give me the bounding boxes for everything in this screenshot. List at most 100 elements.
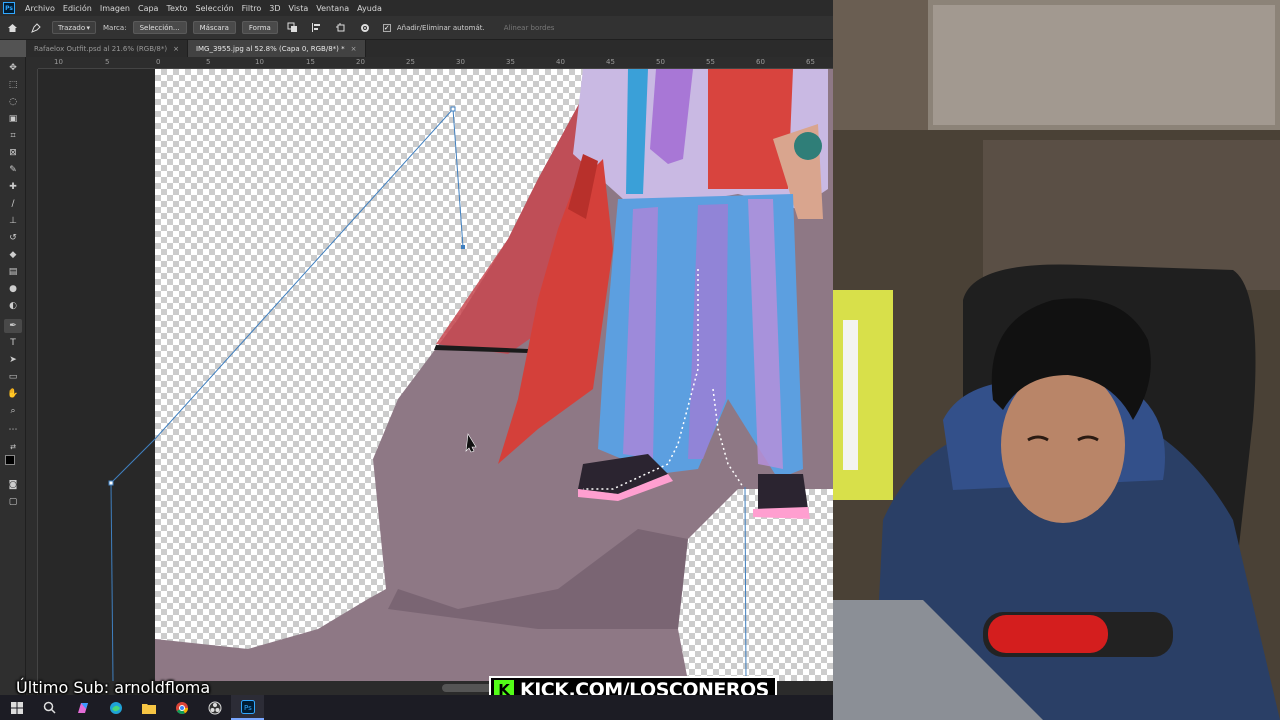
ruler-label: 30 [456,58,465,66]
gradient-icon[interactable]: ▤ [4,265,22,279]
shoe-right [758,474,808,509]
blur-icon[interactable]: ● [4,282,22,296]
anchor-point [108,480,114,486]
edge-icon[interactable] [99,695,132,720]
healing-icon[interactable]: ✚ [4,180,22,194]
move-icon[interactable]: ✥ [4,61,22,75]
home-icon[interactable] [4,20,20,36]
ruler-label: 20 [356,58,365,66]
brush-icon[interactable]: ∕ [4,197,22,211]
photoshop-logo-icon[interactable]: Ps [3,2,15,14]
path-alignment-icon[interactable] [309,20,325,36]
safety-vest [833,290,893,500]
ruler-label: 45 [606,58,615,66]
menu-seleccion[interactable]: Selección [192,4,238,13]
close-icon[interactable]: × [173,45,179,53]
ruler-label: 25 [406,58,415,66]
close-icon[interactable]: × [351,45,357,53]
pen-icon[interactable]: ✒ [4,319,22,333]
path-operations-icon[interactable] [285,20,301,36]
microphone-led [988,615,1108,653]
quick-mask-icon[interactable]: ◙ [4,478,22,492]
menu-bar: Ps Archivo Edición Imagen Capa Texto Sel… [0,0,833,16]
menu-texto[interactable]: Texto [162,4,191,13]
auto-add-delete-label: Añadir/Eliminar automát. [396,23,485,32]
crop-icon[interactable]: ⌗ [4,129,22,143]
chrome-icon[interactable] [165,695,198,720]
shoe-right-sole [753,507,810,519]
object-select-icon[interactable]: ▣ [4,112,22,126]
stamp-icon[interactable]: ⊥ [4,214,22,228]
path-arrangement-icon[interactable] [333,20,349,36]
file-explorer-icon[interactable] [132,695,165,720]
pen-mode-select[interactable]: Trazado ▾ [52,21,96,34]
chevron-down-icon: ▾ [86,23,90,32]
seleccion-button[interactable]: Selección... [132,21,187,34]
eyedropper-icon[interactable]: ✎ [4,163,22,177]
screen: Ps Archivo Edición Imagen Capa Texto Sel… [0,0,1280,720]
vertical-ruler [26,69,38,695]
dodge-icon[interactable]: ◐ [4,299,22,313]
gear-icon[interactable] [357,20,373,36]
ruler-label: 65 [806,58,815,66]
hand-icon[interactable]: ✋ [4,387,22,401]
foreground-color[interactable] [5,455,15,465]
align-edges-label: Alinear bordes [503,23,555,32]
tab-img-3955[interactable]: IMG_3955.jpg al 52.8% (Capa 0, RGB/8*) *… [187,40,366,57]
search-icon[interactable] [33,695,66,720]
anchor-point [450,106,456,112]
pen-path-down [110,482,114,681]
ruler-corner [26,57,38,69]
tools-panel: ✥ ⬚ ◌ ▣ ⌗ ⊠ ✎ ✚ ∕ ⊥ ↺ ◆ ▤ ● ◐ ✒ T ➤ ▭ ✋ … [0,57,26,695]
photoshop-icon[interactable]: Ps [231,695,264,720]
more-icon[interactable]: ⋯ [4,423,22,437]
horizontal-ruler: 10 5 0 5 10 15 20 25 30 35 40 45 50 55 6… [38,57,833,69]
history-brush-icon[interactable]: ↺ [4,231,22,245]
menu-capa[interactable]: Capa [134,4,162,13]
ruler-label: 35 [506,58,515,66]
menu-filtro[interactable]: Filtro [238,4,266,13]
rectangle-icon[interactable]: ▭ [4,370,22,384]
windows-icon[interactable] [0,695,33,720]
ruler-label: 10 [54,58,63,66]
mascara-button[interactable]: Máscara [192,21,236,34]
document-canvas[interactable] [38,69,833,681]
ruler-label: 10 [255,58,264,66]
copilot-icon[interactable] [66,695,99,720]
ruler-label: 40 [556,58,565,66]
menu-ventana[interactable]: Ventana [312,4,353,13]
path-select-icon[interactable]: ➤ [4,353,22,367]
svg-text:Ps: Ps [244,704,252,712]
tab-rafaelox-outfit[interactable]: Rafaelox Outfit.psd al 21.6% (RGB/8*) × [26,40,188,57]
ruler-label: 55 [706,58,715,66]
frame-icon[interactable]: ⊠ [4,146,22,160]
screen-mode-icon[interactable]: ▢ [4,495,22,509]
auto-add-delete-checkbox[interactable]: ✓ [382,23,391,32]
options-bar: Trazado ▾ Marca: Selección... Máscara Fo… [0,16,833,40]
swap-colors-icon[interactable]: ⇄ [4,440,22,454]
ruler-label: 0 [156,58,161,66]
type-icon[interactable]: T [4,336,22,350]
image-content [108,69,833,681]
marquee-icon[interactable]: ⬚ [4,78,22,92]
webcam-feed [833,0,1280,720]
zoom-icon[interactable]: ⌕ [4,404,22,418]
ruler-label: 50 [656,58,665,66]
ruler-label: 15 [306,58,315,66]
obs-icon[interactable] [198,695,231,720]
lasso-icon[interactable]: ◌ [4,95,22,109]
eraser-icon[interactable]: ◆ [4,248,22,262]
pen-mode-value: Trazado [58,23,86,32]
menu-ayuda[interactable]: Ayuda [353,4,386,13]
menu-edicion[interactable]: Edición [59,4,96,13]
watch [794,132,822,160]
pen-path-right [744,486,747,681]
ruler-label: 60 [756,58,765,66]
forma-button[interactable]: Forma [241,21,278,34]
menu-vista[interactable]: Vista [285,4,313,13]
anchor-point [461,245,465,249]
pen-tool-preset-icon[interactable] [28,20,44,36]
menu-imagen[interactable]: Imagen [96,4,134,13]
menu-3d[interactable]: 3D [265,4,284,13]
menu-archivo[interactable]: Archivo [21,4,59,13]
